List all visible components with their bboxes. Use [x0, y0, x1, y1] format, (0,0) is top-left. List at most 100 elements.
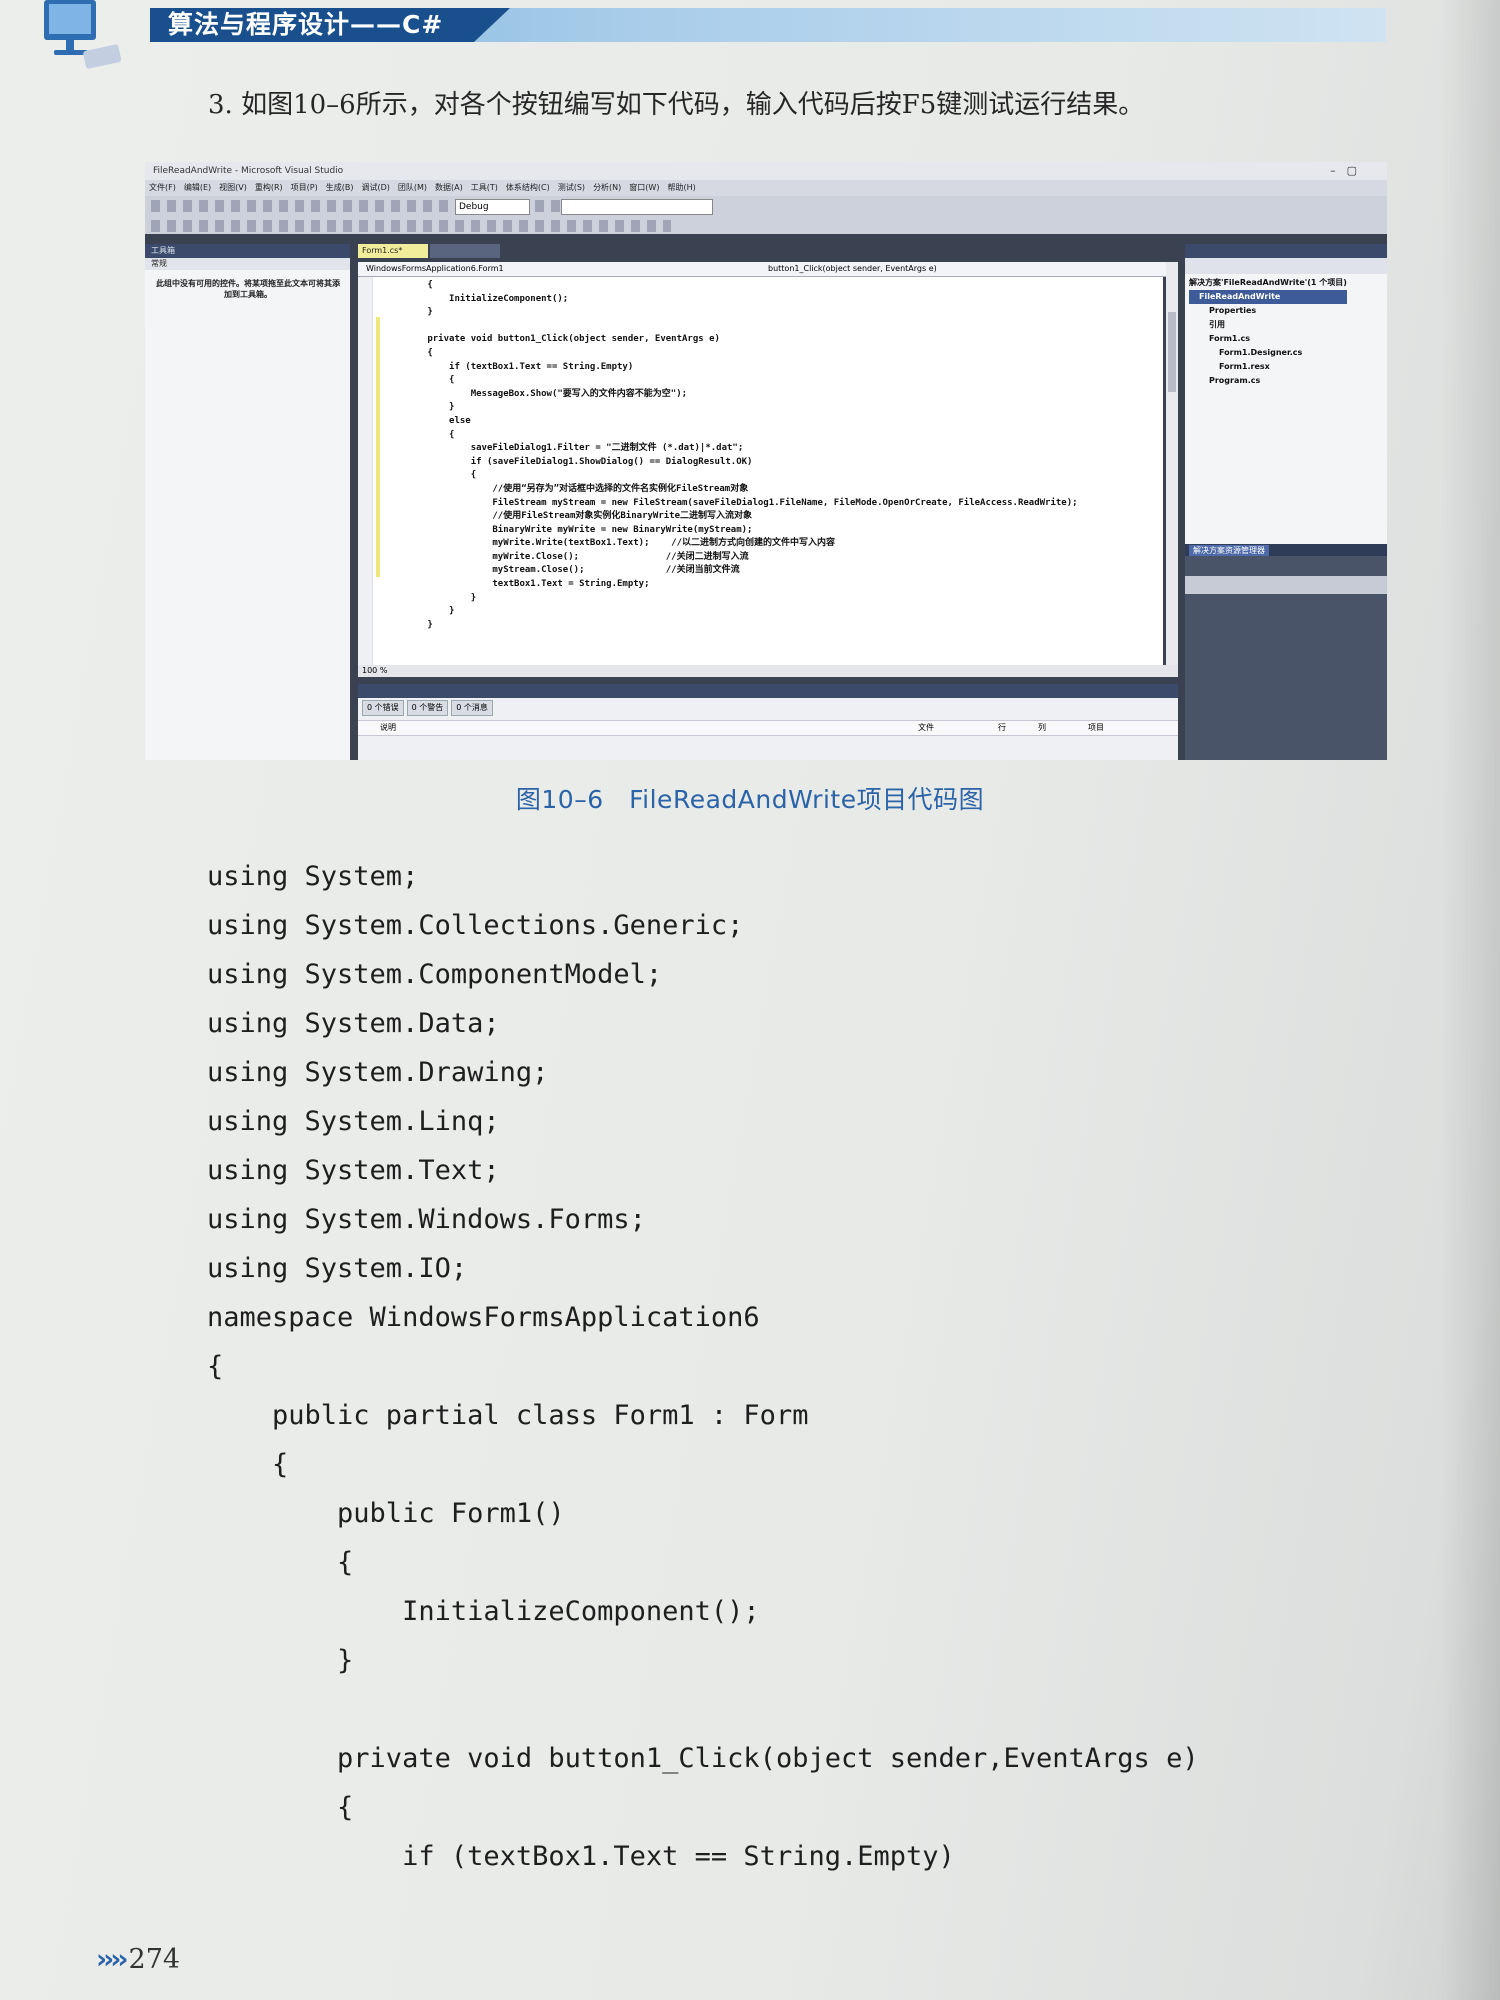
page-number: 274 [128, 1944, 181, 1975]
error-filters: 0 个错误 0 个警告 0 个消息 [362, 700, 496, 716]
tab-solution-explorer[interactable]: 解决方案资源管理器 [1189, 545, 1269, 556]
code-line: { [384, 375, 455, 386]
solution-tree-item[interactable]: Form1.resx [1189, 360, 1347, 374]
code-listing-line: { [207, 1547, 354, 1578]
editor-scrollbar[interactable] [1166, 262, 1178, 672]
menu-item[interactable]: 分析(N) [593, 183, 621, 192]
method-dropdown[interactable]: button1_Click(object sender, EventArgs e… [768, 262, 937, 276]
menu-item[interactable]: 生成(B) [326, 183, 354, 192]
code-line: } [384, 307, 433, 318]
ide-menu-bar: 文件(F) 编辑(E) 视图(V) 重构(R) 项目(P) 生成(B) 调试(D) 团队(M)… [145, 180, 1387, 196]
toolbox-panel: 工具箱 常规 此组中没有可用的控件。将某项拖至此文本可将其添加到工具箱。 [145, 244, 350, 760]
column-header[interactable]: 说明 [380, 721, 396, 735]
zoom-level[interactable]: 100 % [362, 665, 387, 677]
tab-secondary[interactable] [430, 244, 500, 258]
code-line: } [384, 606, 455, 617]
menu-item[interactable]: 项目(P) [291, 183, 318, 192]
code-listing-line: { [207, 1351, 224, 1382]
ide-toolbar-secondary [145, 216, 1387, 234]
spine-shadow [1440, 0, 1500, 2000]
code-line: { [384, 470, 477, 481]
code-listing-line: using System.Drawing; [207, 1057, 549, 1088]
code-line: if (textBox1.Text == String.Empty) [384, 361, 634, 372]
book-page: 算法与程序设计——C# 3. 如图10–6所示，对各个按钮编写如下代码，输入代码… [0, 0, 1500, 2000]
code-listing-line: using System.IO; [207, 1253, 468, 1284]
menu-item[interactable]: 编辑(E) [184, 183, 211, 192]
code-listing-line: using System.Linq; [207, 1106, 500, 1137]
code-listing-line: if (textBox1.Text == String.Empty) [207, 1841, 955, 1872]
menu-item[interactable]: 帮助(H) [667, 183, 695, 192]
code-line: } [384, 402, 455, 413]
toolbox-message: 此组中没有可用的控件。将某项拖至此文本可将其添加到工具箱。 [156, 279, 340, 299]
code-line: if (saveFileDialog1.ShowDialog() == Dial… [384, 456, 753, 467]
code-line: } [384, 592, 477, 603]
solution-tabs: 解决方案资源管理器 [1185, 544, 1387, 556]
toolbox-group[interactable]: 常规 [145, 258, 350, 270]
properties-panel [1185, 556, 1387, 760]
menu-item[interactable]: 团队(M) [398, 183, 427, 192]
computer-monitor-icon [44, 0, 122, 69]
menu-item[interactable]: 调试(D) [361, 183, 389, 192]
code-listing-line: using System.Collections.Generic; [207, 910, 744, 941]
menu-item[interactable]: 重构(R) [255, 183, 283, 192]
solution-explorer-header [1185, 244, 1387, 258]
menu-item[interactable]: 窗口(W) [629, 183, 659, 192]
code-line: myStream.Close(); //关闭当前文件流 [384, 565, 740, 576]
messages-filter-button[interactable]: 0 个消息 [451, 700, 493, 716]
properties-toolbar[interactable] [1185, 576, 1387, 594]
solution-tree-item[interactable]: Form1.cs [1189, 332, 1347, 346]
code-editor[interactable]: { InitializeComponent(); } private void … [358, 277, 1163, 665]
solution-tree-item[interactable]: Form1.Designer.cs [1189, 346, 1347, 360]
platform-select[interactable] [561, 199, 713, 215]
menu-item[interactable]: 数据(A) [435, 183, 463, 192]
menu-item[interactable]: 体系结构(C) [506, 183, 550, 192]
column-header[interactable]: 行 [998, 721, 1006, 735]
code-line: { [384, 347, 433, 358]
solution-config-select[interactable]: Debug [455, 199, 530, 215]
solution-tree-item[interactable]: 引用 [1189, 318, 1347, 332]
solution-tree-item[interactable]: Program.cs [1189, 374, 1347, 388]
tab-form1-cs[interactable]: Form1.cs* [358, 244, 428, 258]
menu-item[interactable]: 工具(T) [471, 183, 498, 192]
code-listing-line: using System.Text; [207, 1155, 500, 1186]
code-listing-line: public partial class Form1 : Form [207, 1400, 809, 1431]
class-dropdown[interactable]: WindowsFormsApplication6.Form1 [366, 262, 504, 276]
menu-item[interactable]: 测试(S) [558, 183, 585, 192]
code-listing-line: namespace WindowsFormsApplication6 [207, 1302, 760, 1333]
toolbox-title: 工具箱 [145, 244, 350, 258]
column-header[interactable]: 列 [1038, 721, 1046, 735]
code-line: BinaryWrite myWrite = new BinaryWrite(my… [384, 524, 753, 535]
code-line: myWrite.Close(); //关闭二进制写入流 [384, 551, 749, 562]
code-listing-line: using System; [207, 861, 419, 892]
solution-tree-item[interactable]: FileReadAndWrite [1189, 290, 1347, 304]
code-listing-line: private void button1_Click(object sender… [207, 1743, 1199, 1774]
code-line: FileStream myStream = new FileStream(sav… [384, 497, 1078, 508]
code-listing-line: { [207, 1792, 354, 1823]
menu-item[interactable]: 视图(V) [219, 183, 247, 192]
code-line: myWrite.Write(textBox1.Text); //以二进制方式向创… [384, 538, 836, 549]
code-line: { [384, 280, 433, 290]
code-line: private void button1_Click(object sender… [384, 334, 720, 345]
solution-tree-item[interactable]: 解决方案'FileReadAndWrite'(1 个项目) [1189, 276, 1347, 290]
code-listing-line: using System.ComponentModel; [207, 959, 663, 990]
menu-item[interactable]: 文件(F) [149, 183, 176, 192]
code-listing: using System; using System.Collections.Ge… [207, 852, 1199, 1881]
column-header[interactable]: 项目 [1088, 721, 1104, 735]
book-title: 算法与程序设计——C# [168, 10, 444, 39]
code-listing-line: } [207, 1645, 354, 1676]
code-line: textBox1.Text = String.Empty; [384, 579, 650, 590]
error-list-panel: 0 个错误 0 个警告 0 个消息 说明 文件 行 列 项目 [358, 684, 1178, 760]
code-listing-line: InitializeComponent(); [207, 1596, 760, 1627]
errors-filter-button[interactable]: 0 个错误 [362, 700, 404, 716]
solution-tree-item[interactable]: Properties [1189, 304, 1347, 318]
code-line: { [384, 429, 455, 440]
error-list-columns: 说明 文件 行 列 项目 [358, 720, 1178, 736]
scrollbar-thumb[interactable] [1168, 312, 1176, 392]
ide-window-title: FileReadAndWrite - Microsoft Visual Stud… [153, 166, 344, 176]
solution-explorer: 解决方案'FileReadAndWrite'(1 个项目) FileReadAnd… [1185, 244, 1387, 544]
column-header[interactable]: 文件 [918, 721, 934, 735]
solution-explorer-toolbar[interactable] [1185, 258, 1387, 274]
toolbar-icons[interactable] [151, 220, 671, 232]
warnings-filter-button[interactable]: 0 个警告 [406, 700, 449, 716]
